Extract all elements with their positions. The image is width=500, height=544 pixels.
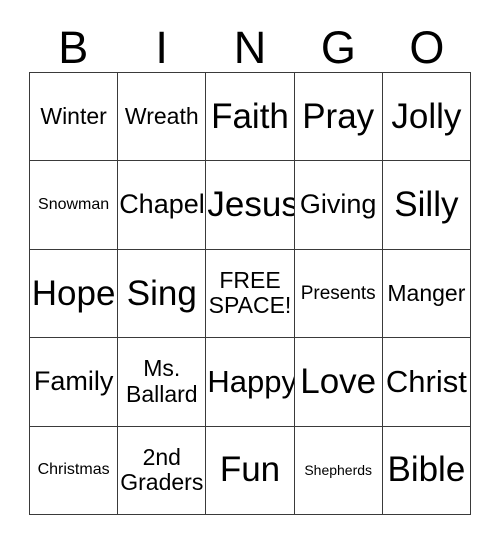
bingo-card: B I N G O Winter Wreath Faith Pray Jolly Snowman C…: [0, 0, 500, 544]
bingo-cell-r1-c3[interactable]: Faith: [206, 73, 295, 162]
bingo-cell-free-space[interactable]: FREE SPACE!: [206, 249, 295, 339]
bingo-cell-r1-c2[interactable]: Wreath: [118, 73, 207, 162]
bingo-cell-label: Happy: [207, 364, 295, 400]
bingo-cell-label: Shepherds: [304, 462, 373, 479]
bingo-cell-label: Winter: [40, 102, 107, 129]
bingo-cell-r5-c1[interactable]: Christmas: [30, 426, 119, 515]
bingo-cell-r1-c5[interactable]: Jolly: [382, 73, 471, 162]
bingo-cell-r3-c1[interactable]: Hope: [30, 249, 119, 339]
bingo-cell-r5-c5[interactable]: Bible: [382, 426, 471, 515]
bingo-cell-r4-c1[interactable]: Family: [30, 338, 119, 427]
bingo-cell-r5-c3[interactable]: Fun: [206, 426, 295, 515]
bingo-cell-label: Sing: [126, 273, 197, 313]
bingo-cell-label: Chapel: [119, 189, 205, 220]
bingo-cell-label: Manger: [387, 279, 466, 306]
bingo-header-letter-n: N: [233, 22, 267, 73]
bingo-header-letter-g: G: [320, 22, 356, 73]
bingo-cell-r2-c2[interactable]: Chapel: [118, 161, 207, 250]
bingo-header-letter-i: I: [155, 22, 168, 73]
bingo-header-letter-b: B: [58, 22, 89, 73]
bingo-cell-label: Wreath: [124, 102, 199, 129]
bingo-cell-label: 2nd Graders: [120, 443, 204, 496]
bingo-cell-label: Faith: [211, 96, 289, 136]
bingo-cell-r1-c4[interactable]: Pray: [294, 73, 383, 162]
bingo-cell-label: Hope: [31, 273, 116, 313]
bingo-cell-label: Love: [300, 362, 377, 402]
bingo-cell-r4-c5[interactable]: Christ: [382, 338, 471, 427]
bingo-cell-r4-c4[interactable]: Love: [294, 338, 383, 427]
bingo-cell-label: Snowman: [38, 195, 110, 213]
bingo-cell-label: Silly: [394, 185, 459, 225]
bingo-cell-label: Family: [33, 366, 114, 397]
bingo-cell-r1-c1[interactable]: Winter: [30, 73, 119, 162]
bingo-cell-r3-c2[interactable]: Sing: [118, 249, 207, 339]
bingo-cell-r2-c1[interactable]: Snowman: [30, 161, 119, 250]
bingo-cell-label: Christ: [385, 364, 467, 400]
bingo-cell-r5-c4[interactable]: Shepherds: [294, 426, 383, 515]
bingo-cell-label: Fun: [219, 450, 281, 490]
bingo-cell-label: Jesus: [207, 185, 295, 225]
bingo-cell-label: Ms. Ballard: [125, 355, 198, 407]
bingo-cell-label: Christmas: [37, 461, 110, 479]
bingo-cell-label: Presents: [300, 282, 376, 304]
bingo-cell-label: Pray: [302, 96, 375, 136]
bingo-cell-r4-c3[interactable]: Happy: [206, 338, 295, 427]
bingo-cell-label: Giving: [299, 189, 377, 220]
bingo-header-row: BINGO: [29, 16, 471, 72]
bingo-cell-r3-c4[interactable]: Presents: [294, 249, 383, 339]
bingo-cell-r3-c5[interactable]: Manger: [382, 249, 471, 339]
bingo-cell-label: Bible: [387, 450, 466, 490]
bingo-grid: Winter Wreath Faith Pray Jolly Snowman Chapel J…: [29, 72, 471, 515]
bingo-cell-r2-c5[interactable]: Silly: [382, 161, 471, 250]
bingo-cell-r2-c4[interactable]: Giving: [294, 161, 383, 250]
bingo-cell-r2-c3[interactable]: Jesus: [206, 161, 295, 250]
bingo-cell-label: Jolly: [391, 96, 462, 136]
bingo-cell-r5-c2[interactable]: 2nd Graders: [118, 426, 207, 515]
bingo-header-letter-o: O: [409, 22, 445, 73]
bingo-cell-label: FREE SPACE!: [208, 266, 292, 319]
bingo-cell-r4-c2[interactable]: Ms. Ballard: [118, 338, 207, 427]
